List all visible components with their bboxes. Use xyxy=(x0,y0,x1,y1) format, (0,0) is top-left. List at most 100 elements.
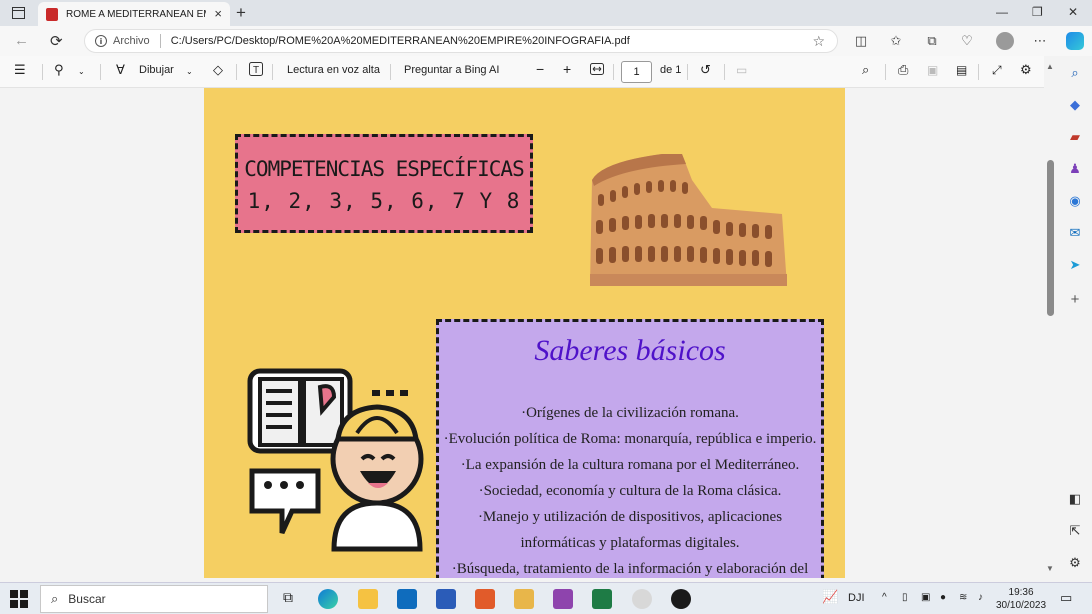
ask-bing-button[interactable]: Preguntar a Bing AI xyxy=(404,64,499,76)
media-app-icon[interactable] xyxy=(475,589,495,609)
highlight-icon[interactable]: ⚲ xyxy=(54,62,64,78)
page-number-input[interactable]: 1 xyxy=(621,61,652,83)
microsoft-365-icon[interactable]: ◉ xyxy=(1066,192,1084,210)
pdf-toolbar: ☰ ⚲ ⌄ ∀ Dibujar ⌄ ◇ T Lectura en voz alt… xyxy=(0,56,1044,88)
save-icon[interactable]: ▣ xyxy=(927,63,938,77)
contents-icon[interactable]: ☰ xyxy=(14,62,26,78)
zoom-out-icon[interactable]: − xyxy=(536,61,544,77)
paint-app-icon[interactable] xyxy=(553,589,573,609)
sidebar-settings-icon[interactable]: ⚙ xyxy=(1066,554,1084,572)
student-reading-illustration xyxy=(247,368,424,552)
divider xyxy=(272,64,273,80)
text-icon[interactable]: T xyxy=(249,62,263,79)
list-item: ·Sociedad, economía y cultura de la Roma… xyxy=(478,483,782,499)
list-item: ·Manejo y utilización de dispositivos, a… xyxy=(477,509,783,551)
list-item: ·Orígenes de la civilización romana. xyxy=(521,405,739,421)
saberes-list: ·Orígenes de la civilización romana. ·Ev… xyxy=(439,400,821,578)
shopping-icon[interactable]: ◆ xyxy=(1066,96,1084,114)
page-view-icon[interactable]: ▭ xyxy=(736,63,747,77)
pdf-viewer[interactable]: COMPETENCIAS ESPECÍFICAS 1, 2, 3, 5, 6, … xyxy=(0,88,1044,578)
scroll-up-icon[interactable]: ▲ xyxy=(1046,62,1054,71)
search-icon: ⌕ xyxy=(51,591,59,606)
favorite-star-icon[interactable]: ☆ xyxy=(812,33,825,50)
address-bar[interactable]: i Archivo C:/Users/PC/Desktop/ROME%20A%2… xyxy=(84,29,838,53)
divider xyxy=(613,64,614,80)
fit-page-icon[interactable] xyxy=(590,63,604,78)
print-icon[interactable]: ⎙ xyxy=(898,62,908,78)
settings-gear-icon[interactable]: ⚙ xyxy=(1020,62,1032,78)
scrollbar-thumb[interactable] xyxy=(1047,160,1054,316)
external-link-icon[interactable]: ⇱ xyxy=(1066,522,1084,540)
draw-button[interactable]: Dibujar xyxy=(139,64,174,76)
address-bar-row: ← ⟳ i Archivo C:/Users/PC/Desktop/ROME%2… xyxy=(0,26,1092,56)
close-window-icon[interactable]: ✕ xyxy=(1068,5,1078,19)
task-view-icon[interactable]: ⧉ xyxy=(278,589,298,609)
tools-icon[interactable]: ▰ xyxy=(1066,128,1084,146)
copilot-icon[interactable] xyxy=(1066,32,1084,50)
eraser-icon[interactable]: ◇ xyxy=(213,62,223,78)
chevron-down-icon[interactable]: ⌄ xyxy=(186,67,193,76)
scroll-down-icon[interactable]: ▼ xyxy=(1046,564,1054,573)
excel-icon[interactable] xyxy=(592,589,612,609)
file-explorer-icon[interactable] xyxy=(358,589,378,609)
obs-icon[interactable] xyxy=(671,589,691,609)
edge-sidebar: ⌕ ◆ ▰ ♟ ◉ ✉ ➤ + ◧ ⇱ ⚙ xyxy=(1058,56,1092,578)
sidebar-toggle-icon[interactable]: ◧ xyxy=(1066,490,1084,508)
more-options-icon[interactable]: ⋯ xyxy=(1032,33,1048,49)
saberes-box: Saberes básicos ·Orígenes de la civiliza… xyxy=(436,319,824,578)
mail-icon[interactable] xyxy=(397,589,417,609)
tab-actions-icon[interactable] xyxy=(8,5,28,21)
new-tab-icon[interactable]: + xyxy=(236,3,246,23)
tray-label[interactable]: DJI xyxy=(848,592,865,604)
vertical-scrollbar[interactable]: ▲ ▼ xyxy=(1044,56,1058,578)
device-icon[interactable]: ▯ xyxy=(902,592,908,603)
minimize-icon[interactable]: — xyxy=(996,5,1008,19)
clock[interactable]: 19:36 30/10/2023 xyxy=(996,586,1046,612)
show-hidden-icons[interactable]: ^ xyxy=(882,592,887,603)
outlook-icon[interactable]: ✉ xyxy=(1066,224,1084,242)
chrome-icon[interactable] xyxy=(632,589,652,609)
read-aloud-button[interactable]: Lectura en voz alta xyxy=(287,64,380,76)
edge-taskbar-icon[interactable] xyxy=(318,589,338,609)
page-total: de 1 xyxy=(660,64,682,76)
favorites-icon[interactable]: ✩ xyxy=(888,33,904,49)
zoom-in-icon[interactable]: + xyxy=(563,61,571,77)
word-icon[interactable] xyxy=(436,589,456,609)
photos-app-icon[interactable] xyxy=(514,589,534,609)
tab-pdf[interactable]: ROME A MEDITERRANEAN EMPIRE × xyxy=(38,2,230,26)
microphone-icon[interactable]: ● xyxy=(940,592,946,603)
windows-start-icon[interactable] xyxy=(10,590,28,608)
camera-icon[interactable]: ▣ xyxy=(921,592,930,603)
competencias-box: COMPETENCIAS ESPECÍFICAS 1, 2, 3, 5, 6, … xyxy=(235,134,533,233)
fullscreen-icon[interactable]: ⤢ xyxy=(992,63,1002,78)
info-icon[interactable]: i xyxy=(95,35,107,47)
competencias-title: COMPETENCIAS ESPECÍFICAS xyxy=(244,157,524,181)
taskbar-search-input[interactable]: ⌕ Buscar xyxy=(40,585,268,613)
refresh-icon[interactable]: ⟳ xyxy=(50,32,63,50)
stocks-icon[interactable]: 📈 xyxy=(822,589,842,609)
restore-icon[interactable]: ❐ xyxy=(1032,5,1043,19)
divider xyxy=(687,64,688,80)
divider xyxy=(724,64,725,80)
saberes-title: Saberes básicos xyxy=(534,334,726,367)
profile-avatar[interactable] xyxy=(996,32,1014,50)
split-screen-icon[interactable]: ◫ xyxy=(853,33,869,49)
back-icon[interactable]: ← xyxy=(14,32,29,49)
add-icon[interactable]: + xyxy=(1066,290,1084,308)
search-icon[interactable]: ⌕ xyxy=(1066,64,1084,82)
games-icon[interactable]: ♟ xyxy=(1066,160,1084,178)
list-item: ·Búsqueda, tratamiento de la información… xyxy=(451,561,809,577)
browser-essentials-icon[interactable]: ♡ xyxy=(959,33,975,49)
chevron-down-icon[interactable]: ⌄ xyxy=(78,67,85,76)
collections-icon[interactable]: ⧉ xyxy=(924,33,940,49)
rotate-icon[interactable]: ↺ xyxy=(700,62,711,78)
search-icon[interactable]: ⌕ xyxy=(862,62,869,78)
notifications-icon[interactable]: ▭ xyxy=(1060,590,1072,606)
volume-icon[interactable]: ♪ xyxy=(978,592,983,603)
save-as-icon[interactable]: ▤ xyxy=(956,63,967,77)
url-text[interactable]: C:/Users/PC/Desktop/ROME%20A%20MEDITERRA… xyxy=(171,35,630,47)
close-tab-icon[interactable]: × xyxy=(214,6,222,21)
send-icon[interactable]: ➤ xyxy=(1066,256,1084,274)
wifi-icon[interactable]: ≋ xyxy=(959,592,967,603)
draw-icon[interactable]: ∀ xyxy=(116,62,125,78)
